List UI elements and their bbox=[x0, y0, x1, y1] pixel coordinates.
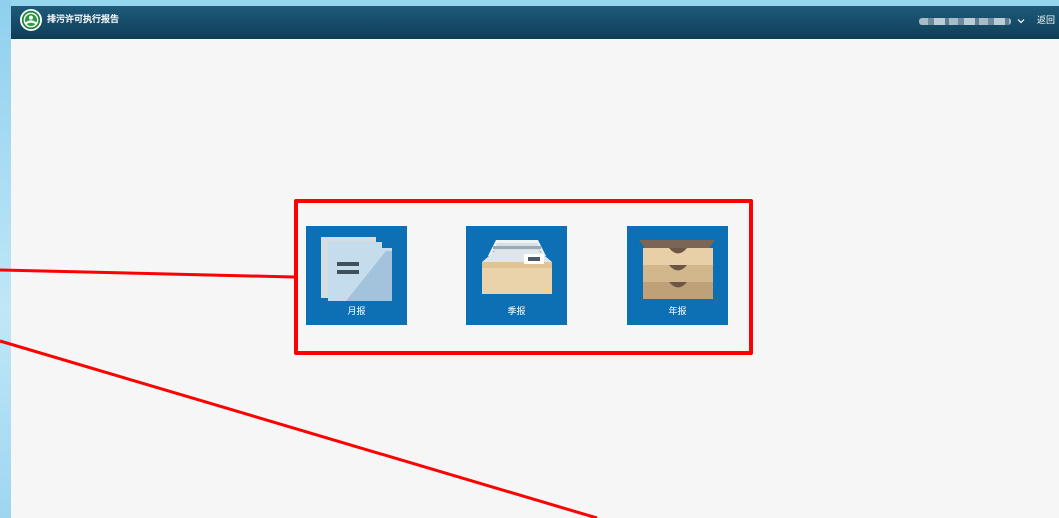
top-header-bar: 排污许可执行报告 返回 bbox=[11, 0, 1059, 39]
user-name-blurred bbox=[919, 17, 1011, 25]
back-link[interactable]: 返回 bbox=[1037, 15, 1059, 27]
user-dropdown[interactable] bbox=[919, 15, 1027, 27]
annotation-highlight-box bbox=[294, 199, 753, 355]
app-title: 排污许可执行报告 bbox=[47, 15, 120, 25]
left-edge-strip bbox=[0, 0, 11, 518]
chevron-down-icon bbox=[1017, 19, 1025, 24]
environmental-protection-emblem-icon[interactable] bbox=[20, 9, 42, 31]
